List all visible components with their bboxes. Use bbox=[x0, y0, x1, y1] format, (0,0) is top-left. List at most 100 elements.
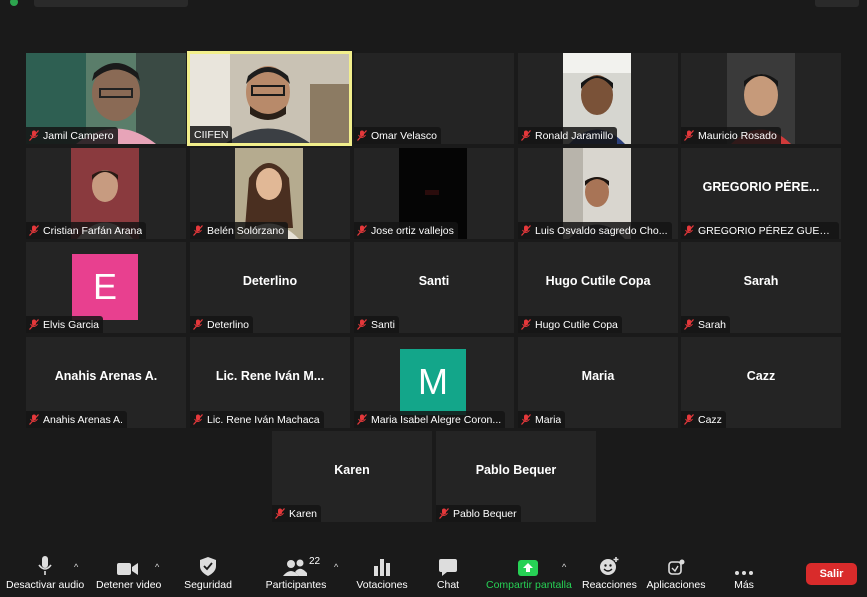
participant-tile[interactable]: Cristian Farfán Arana bbox=[26, 148, 186, 239]
participant-name: GREGORIO PÉREZ GUERRE... bbox=[698, 224, 835, 237]
share-screen-icon bbox=[518, 560, 538, 576]
participant-label: Karen bbox=[272, 505, 322, 522]
chat-label: Chat bbox=[436, 579, 460, 591]
participant-label: Lic. Rene Iván Machaca bbox=[190, 411, 324, 428]
participant-name: CIIFEN bbox=[194, 128, 229, 141]
stop-video-button[interactable]: Detener video bbox=[96, 554, 162, 594]
reactions-button[interactable]: Reacciones bbox=[582, 554, 637, 594]
muted-mic-icon bbox=[29, 225, 39, 236]
participant-tile[interactable]: Belén Solórzano bbox=[190, 148, 350, 239]
mute-audio-button[interactable]: Desactivar audio bbox=[6, 554, 84, 594]
chat-bubble-icon bbox=[439, 559, 457, 576]
participant-avatar: M bbox=[400, 349, 466, 415]
participants-icon bbox=[283, 559, 307, 576]
apps-button[interactable]: Aplicaciones bbox=[644, 554, 708, 594]
muted-mic-icon bbox=[439, 508, 449, 519]
shield-icon bbox=[200, 557, 216, 576]
participant-name: Omar Velasco bbox=[371, 129, 437, 142]
participant-display-name: Karen bbox=[334, 463, 370, 477]
participant-name: Sarah bbox=[698, 318, 727, 331]
participant-tile[interactable]: Pablo Bequer Pablo Bequer bbox=[436, 431, 596, 522]
participant-tile[interactable]: Anahis Arenas A. Anahis Arenas A. bbox=[26, 337, 186, 428]
more-label: Más bbox=[734, 579, 754, 591]
participant-label: Jamil Campero bbox=[26, 127, 118, 144]
participant-label: Maria Isabel Alegre Coron... bbox=[354, 411, 506, 428]
microphone-icon bbox=[38, 556, 52, 575]
more-button[interactable]: Más bbox=[726, 554, 762, 594]
participant-tile[interactable]: Sarah Sarah bbox=[681, 242, 841, 333]
video-camera-icon bbox=[117, 563, 138, 575]
participant-display-name: GREGORIO PÉRE... bbox=[702, 180, 820, 194]
participants-label: Participantes bbox=[265, 579, 327, 591]
meeting-info-bar[interactable] bbox=[34, 0, 188, 7]
muted-mic-icon bbox=[357, 414, 367, 425]
participant-label: Mauricio Rosado bbox=[681, 127, 781, 144]
video-options-chevron-icon[interactable]: ^ bbox=[155, 562, 159, 572]
participant-name: Mauricio Rosado bbox=[698, 129, 777, 142]
participant-label: Hugo Cutile Copa bbox=[518, 316, 622, 333]
participant-tile[interactable]: GREGORIO PÉRE... GREGORIO PÉREZ GUERRE..… bbox=[681, 148, 841, 239]
leave-meeting-button[interactable]: Salir bbox=[806, 563, 857, 585]
participant-tile[interactable]: Jamil Campero bbox=[26, 53, 186, 144]
participant-name: Cazz bbox=[698, 413, 722, 426]
muted-mic-icon bbox=[684, 225, 694, 236]
participant-name: Ronald Jaramillo bbox=[535, 129, 614, 142]
participant-name: Belén Solórzano bbox=[207, 224, 285, 237]
participant-label: Elvis Garcia bbox=[26, 316, 104, 333]
meeting-toolbar: Desactivar audio ^ Detener video ^ Segur… bbox=[0, 548, 867, 597]
polls-button[interactable]: Votaciones bbox=[352, 554, 412, 594]
participant-tile[interactable]: Deterlino Deterlino bbox=[190, 242, 350, 333]
muted-mic-icon bbox=[193, 225, 203, 236]
participant-label: Santi bbox=[354, 316, 399, 333]
polls-label: Votaciones bbox=[356, 579, 408, 591]
muted-mic-icon bbox=[357, 225, 367, 236]
participant-display-name: Maria bbox=[581, 369, 615, 383]
participants-options-chevron-icon[interactable]: ^ bbox=[334, 562, 338, 572]
participant-label: Pablo Bequer bbox=[436, 505, 521, 522]
participant-display-name: Lic. Rene Iván M... bbox=[215, 369, 325, 383]
stop-video-label: Detener video bbox=[96, 579, 162, 591]
muted-mic-icon bbox=[684, 130, 694, 141]
participant-tile[interactable]: Mauricio Rosado bbox=[681, 53, 841, 144]
muted-mic-icon bbox=[357, 319, 367, 330]
shield-status-icon[interactable] bbox=[10, 0, 18, 6]
participant-tile[interactable]: Ronald Jaramillo bbox=[518, 53, 678, 144]
participant-name: Karen bbox=[289, 507, 318, 520]
mute-audio-label: Desactivar audio bbox=[6, 579, 85, 591]
audio-options-chevron-icon[interactable]: ^ bbox=[74, 562, 78, 572]
participant-label: Anahis Arenas A. bbox=[26, 411, 127, 428]
share-options-chevron-icon[interactable]: ^ bbox=[562, 562, 566, 572]
participant-tile[interactable]: Jose ortiz vallejos bbox=[354, 148, 514, 239]
participant-tile[interactable]: Lic. Rene Iván M... Lic. Rene Iván Macha… bbox=[190, 337, 350, 428]
participant-name: Maria bbox=[535, 413, 562, 426]
participant-tile[interactable]: Hugo Cutile Copa Hugo Cutile Copa bbox=[518, 242, 678, 333]
participant-tile[interactable]: E Elvis Garcia bbox=[26, 242, 186, 333]
muted-mic-icon bbox=[521, 130, 531, 141]
participant-tile[interactable]: Karen Karen bbox=[272, 431, 432, 522]
participant-display-name: Santi bbox=[418, 274, 450, 288]
participant-tile-active-speaker[interactable]: CIIFEN bbox=[187, 51, 352, 146]
view-switch[interactable] bbox=[815, 0, 859, 7]
participant-tile[interactable]: Omar Velasco bbox=[354, 53, 514, 144]
participant-label: Deterlino bbox=[190, 316, 254, 333]
security-button[interactable]: Seguridad bbox=[180, 554, 236, 594]
participant-label: Cristian Farfán Arana bbox=[26, 222, 147, 239]
participant-tile[interactable]: M Maria Isabel Alegre Coron... bbox=[354, 337, 514, 428]
participant-label: Omar Velasco bbox=[354, 127, 441, 144]
participant-name: Anahis Arenas A. bbox=[43, 413, 123, 426]
muted-mic-icon bbox=[275, 508, 285, 519]
muted-mic-icon bbox=[29, 319, 39, 330]
participant-tile[interactable]: Santi Santi bbox=[354, 242, 514, 333]
participant-display-name: Pablo Bequer bbox=[475, 463, 557, 477]
participant-tile[interactable]: Luis Osvaldo sagredo Cho... bbox=[518, 148, 678, 239]
muted-mic-icon bbox=[193, 319, 203, 330]
participant-name: Santi bbox=[371, 318, 395, 331]
share-screen-button[interactable]: Compartir pantalla bbox=[486, 554, 572, 594]
participant-tile[interactable]: Maria Maria bbox=[518, 337, 678, 428]
participant-label: CIIFEN bbox=[190, 126, 233, 143]
participant-name: Pablo Bequer bbox=[453, 507, 517, 520]
participant-label: Cazz bbox=[681, 411, 726, 428]
chat-button[interactable]: Chat bbox=[430, 554, 466, 594]
participant-name: Lic. Rene Iván Machaca bbox=[207, 413, 320, 426]
participant-tile[interactable]: Cazz Cazz bbox=[681, 337, 841, 428]
